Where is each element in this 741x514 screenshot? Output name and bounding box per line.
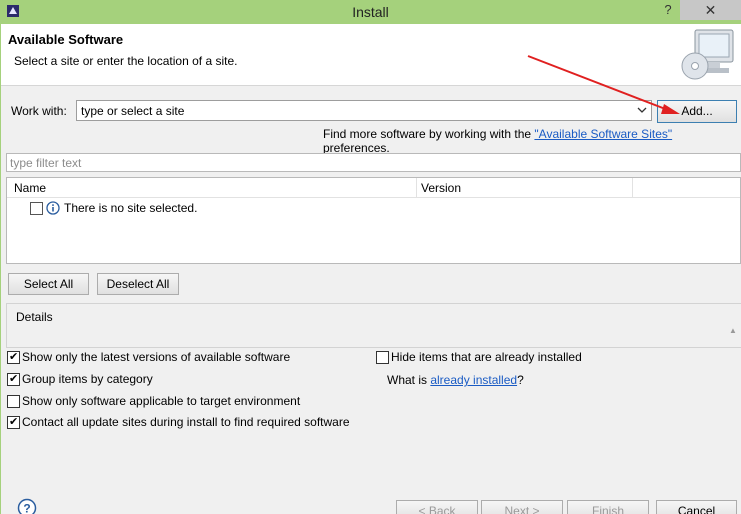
checkbox-box[interactable] xyxy=(7,395,20,408)
what-is-installed-text: What is already installed? xyxy=(387,373,524,387)
details-label: Details xyxy=(16,310,53,324)
install-window: Install ? ✕ Available Software Select a … xyxy=(0,0,741,514)
next-button[interactable]: Next > xyxy=(481,500,563,514)
cancel-button[interactable]: Cancel xyxy=(656,500,737,514)
header-banner: Available Software Select a site or ente… xyxy=(1,24,741,86)
work-with-combo[interactable]: type or select a site xyxy=(76,100,652,121)
contact-sites-checkbox[interactable]: Contact all update sites during install … xyxy=(7,415,367,431)
info-icon xyxy=(46,201,60,215)
find-more-prefix: Find more software by working with the xyxy=(323,127,535,141)
window-title: Install xyxy=(352,4,389,20)
checkbox-box[interactable] xyxy=(7,350,20,364)
row-label: There is no site selected. xyxy=(64,201,198,215)
find-more-text: Find more software by working with the "… xyxy=(323,127,741,155)
work-with-label: Work with: xyxy=(11,104,67,118)
what-is-suffix: ? xyxy=(517,373,524,387)
filter-placeholder: type filter text xyxy=(10,156,82,170)
help-icon[interactable]: ? xyxy=(17,498,37,514)
back-button[interactable]: < Back xyxy=(396,500,478,514)
dialog-body: Available Software Select a site or ente… xyxy=(1,24,741,514)
group-by-category-checkbox[interactable]: Group items by category xyxy=(7,372,207,388)
checkbox-box[interactable] xyxy=(376,351,389,364)
latest-versions-checkbox[interactable]: Show only the latest versions of availab… xyxy=(7,350,307,366)
titlebar[interactable]: Install ? ✕ xyxy=(0,0,741,24)
window-help-button[interactable]: ? xyxy=(658,2,678,20)
page-title: Available Software xyxy=(8,32,124,47)
software-table[interactable]: Name Version There is no site selected. xyxy=(6,177,741,264)
column-divider[interactable] xyxy=(416,178,417,198)
window-close-button[interactable]: ✕ xyxy=(680,0,741,20)
deselect-all-button[interactable]: Deselect All xyxy=(97,273,179,295)
applicable-only-checkbox[interactable]: Show only software applicable to target … xyxy=(7,394,327,410)
checkbox-label: Group items by category xyxy=(22,372,153,386)
details-group: Details ▲ xyxy=(6,303,741,348)
table-header: Name Version xyxy=(7,178,740,198)
row-checkbox[interactable] xyxy=(30,202,43,215)
column-header-name[interactable]: Name xyxy=(14,181,46,195)
what-is-prefix: What is xyxy=(387,373,431,387)
select-all-button[interactable]: Select All xyxy=(8,273,89,295)
available-software-sites-link[interactable]: "Available Software Sites" xyxy=(534,127,672,141)
svg-text:?: ? xyxy=(23,502,30,514)
dropdown-arrow-icon[interactable] xyxy=(636,103,648,117)
checkbox-label: Contact all update sites during install … xyxy=(22,415,350,429)
column-header-version[interactable]: Version xyxy=(421,181,461,195)
add-site-button[interactable]: Add... xyxy=(657,100,737,123)
details-scroll-indicator[interactable]: ▲ xyxy=(729,326,741,346)
column-divider[interactable] xyxy=(632,178,633,198)
checkbox-label: Show only the latest versions of availab… xyxy=(22,350,291,364)
checkbox-box[interactable] xyxy=(7,415,20,429)
finish-button[interactable]: Finish xyxy=(567,500,649,514)
table-row[interactable]: There is no site selected. xyxy=(7,199,740,217)
checkbox-label: Hide items that are already installed xyxy=(391,350,582,364)
monitor-cd-icon xyxy=(681,29,734,80)
checkbox-label: Show only software applicable to target … xyxy=(22,394,301,408)
page-subtitle: Select a site or enter the location of a… xyxy=(14,54,238,68)
checkbox-box[interactable] xyxy=(7,372,20,386)
filter-input[interactable]: type filter text xyxy=(6,153,741,172)
work-with-combo-value: type or select a site xyxy=(81,104,185,118)
hide-installed-checkbox[interactable]: Hide items that are already installed xyxy=(376,350,596,366)
already-installed-link[interactable]: already installed xyxy=(430,373,517,387)
